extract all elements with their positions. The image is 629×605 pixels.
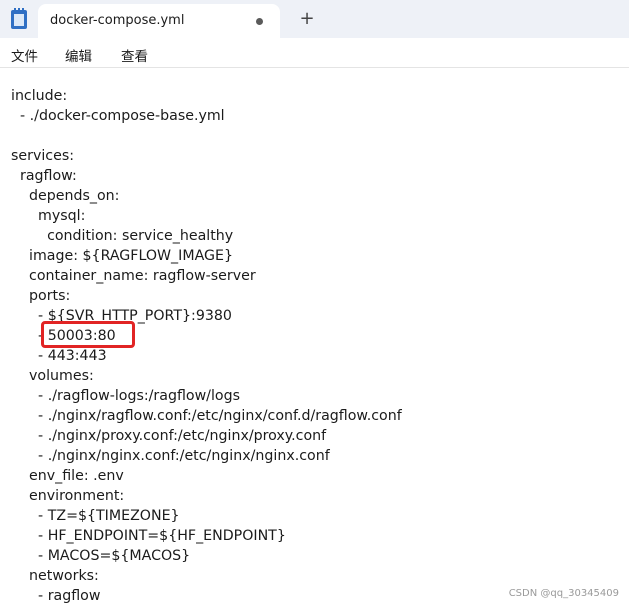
menu-edit[interactable]: 编辑 xyxy=(65,45,92,65)
code-line: - HF_ENDPOINT=${HF_ENDPOINT} xyxy=(11,528,286,544)
code-line: - TZ=${TIMEZONE} xyxy=(11,508,180,524)
code-line: - 443:443 xyxy=(11,348,107,364)
notepad-icon xyxy=(11,8,27,29)
new-tab-button[interactable]: + xyxy=(296,8,318,30)
code-line: environment: xyxy=(11,488,125,504)
menu-bar: 文件 编辑 查看 xyxy=(0,38,629,68)
code-line: - MACOS=${MACOS} xyxy=(11,548,191,564)
tab-docker-compose[interactable]: docker-compose.yml xyxy=(38,4,280,38)
code-line: depends_on: xyxy=(11,188,120,204)
code-line: mysql: xyxy=(11,208,86,224)
code-line: container_name: ragflow-server xyxy=(11,268,256,284)
code-line: networks: xyxy=(11,568,99,584)
code-line: - ./docker-compose-base.yml xyxy=(11,108,225,124)
menu-view[interactable]: 查看 xyxy=(121,45,148,65)
title-bar: docker-compose.yml + xyxy=(0,0,629,38)
code-line: volumes: xyxy=(11,368,94,384)
watermark: CSDN @qq_30345409 xyxy=(508,588,619,599)
code-line: condition: service_healthy xyxy=(11,228,234,244)
code-line: services: xyxy=(11,148,74,164)
code-line: - ./nginx/nginx.conf:/etc/nginx/nginx.co… xyxy=(11,448,330,464)
code-line: env_file: .env xyxy=(11,468,124,484)
code-line: - ./nginx/ragflow.conf:/etc/nginx/conf.d… xyxy=(11,408,402,424)
code-line: - ./ragflow-logs:/ragflow/logs xyxy=(11,388,240,404)
menu-file[interactable]: 文件 xyxy=(11,45,38,65)
code-line: ports: xyxy=(11,288,71,304)
port-highlight-box xyxy=(41,321,135,348)
tab-title: docker-compose.yml xyxy=(50,13,185,28)
code-line: ragflow: xyxy=(11,168,77,184)
code-line: image: ${RAGFLOW_IMAGE} xyxy=(11,248,234,264)
unsaved-indicator-icon[interactable] xyxy=(256,18,263,25)
code-line: - ./nginx/proxy.conf:/etc/nginx/proxy.co… xyxy=(11,428,327,444)
code-line: include: xyxy=(11,88,68,104)
code-line: - ragflow xyxy=(11,588,101,604)
